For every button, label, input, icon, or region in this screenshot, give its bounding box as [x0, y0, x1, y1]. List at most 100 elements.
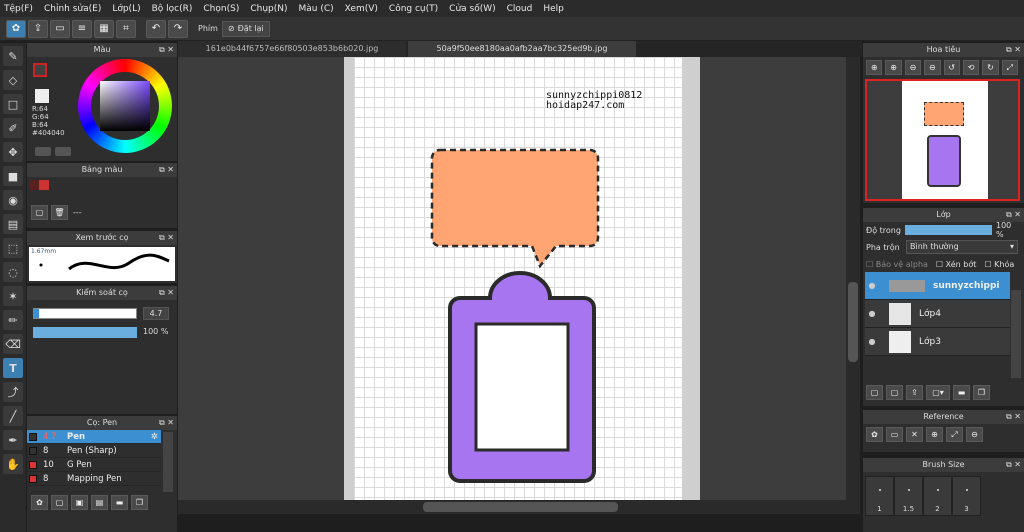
menu-item[interactable]: Cửa số(W)	[449, 4, 495, 14]
brush-size-cell[interactable]: 3	[952, 476, 981, 516]
ref-settings-icon[interactable]: ✿	[866, 427, 883, 442]
new-palette-icon[interactable]: ▢	[31, 205, 48, 220]
operation-tool-icon[interactable]: ⤴	[3, 382, 23, 402]
ref-zoom-in-icon[interactable]: ⊕	[926, 427, 943, 442]
delete-palette-icon[interactable]: 🗑	[51, 205, 68, 220]
crop-icon[interactable]: ⌗	[116, 19, 136, 38]
protect-alpha-checkbox[interactable]: ☐ Bảo vệ alpha	[866, 260, 928, 269]
export-icon[interactable]: ⇪	[28, 19, 48, 38]
brush-item[interactable]: 8 Mapping Pen	[27, 472, 161, 486]
panel-close-icon[interactable]: ⧉ ✕	[1006, 43, 1021, 57]
saturation-box[interactable]	[100, 81, 150, 131]
brush-size-value[interactable]: 4.7	[143, 307, 169, 320]
menu-item[interactable]: Xem(V)	[345, 4, 378, 14]
brush-folder-icon[interactable]: ▬	[111, 495, 128, 510]
canvas-area[interactable]: sunnyzchippi0812 hoidap247.com	[178, 57, 860, 500]
layer-add-menu-icon[interactable]: ▢▾	[926, 385, 950, 400]
brush-size-slider[interactable]	[33, 308, 137, 319]
panel-close-icon[interactable]: ⧉ ✕	[1006, 410, 1021, 424]
transparent-swatch[interactable]	[35, 89, 49, 103]
brush-settings-icon[interactable]: ✿	[31, 495, 48, 510]
layer-row[interactable]: ● Lớp4	[865, 300, 1010, 328]
select-eraser-icon[interactable]: ⌫	[3, 334, 23, 354]
fill-tool-icon[interactable]: ◉	[3, 190, 23, 210]
text-tool-icon[interactable]: T	[3, 358, 23, 378]
undo-icon[interactable]: ↶	[146, 19, 166, 38]
brush-size-cell[interactable]: 1	[865, 476, 894, 516]
brush-menu-icon[interactable]: ▣	[71, 495, 88, 510]
brush-size-cell[interactable]: 2	[923, 476, 952, 516]
zoom-in-icon[interactable]: ⊕	[885, 60, 902, 75]
brush-item[interactable]: 10 G Pen	[27, 458, 161, 472]
lasso-tool-icon[interactable]: ◌	[3, 262, 23, 282]
panel-close-icon[interactable]: ⧉ ✕	[159, 163, 174, 177]
hand-tool-icon[interactable]: ✋	[3, 454, 23, 474]
pen-tool-icon[interactable]: ✎	[3, 46, 23, 66]
rotate-reset-icon[interactable]: ⟲	[962, 60, 980, 75]
select-pen-icon[interactable]: ✏	[3, 310, 23, 330]
brush-tool-icon[interactable]: ✐	[3, 118, 23, 138]
layer-row[interactable]: ● sunnyzchippi	[865, 272, 1010, 300]
panel-close-icon[interactable]: ⧉ ✕	[1006, 208, 1021, 222]
new-layer-icon[interactable]: ▢	[866, 385, 883, 400]
primary-color-swatch[interactable]	[33, 63, 47, 77]
ref-open-icon[interactable]: ▭	[886, 427, 903, 442]
ref-close-icon[interactable]: ✕	[906, 427, 923, 442]
divide-tool-icon[interactable]: ╱	[3, 406, 23, 426]
layer-import-icon[interactable]: ⇪	[906, 385, 923, 400]
magic-wand-icon[interactable]: ✶	[3, 286, 23, 306]
ref-fit-icon[interactable]: ⤢	[946, 427, 963, 442]
menu-item[interactable]: Bộ lọc(R)	[152, 4, 193, 14]
grid-icon[interactable]: ▦	[94, 19, 114, 38]
menu-item[interactable]: Chỉnh sửa(E)	[44, 4, 101, 14]
menu-item[interactable]: Help	[543, 4, 564, 14]
comment-icon[interactable]: ▭	[50, 19, 70, 38]
panel-close-icon[interactable]: ⧉ ✕	[159, 416, 174, 430]
brush-list-scrollbar[interactable]	[163, 432, 173, 492]
tab-document-1[interactable]: 161e0b44f6757e66f80503e853b6b020.jpg	[178, 41, 406, 57]
menu-item[interactable]: Tệp(F)	[4, 4, 33, 14]
new-layer-2-icon[interactable]: ▢	[886, 385, 903, 400]
brush-copy-icon[interactable]: ❐	[131, 495, 148, 510]
zoom-reset-icon[interactable]: ⊖	[924, 60, 941, 75]
eyedropper-tool-icon[interactable]: ✒	[3, 430, 23, 450]
list-icon[interactable]: ≡	[72, 19, 92, 38]
color-mode-button[interactable]	[35, 147, 51, 156]
redo-icon[interactable]: ↷	[168, 19, 188, 38]
vertical-scrollbar[interactable]	[846, 57, 860, 500]
eraser-tool-icon[interactable]: ◇	[3, 70, 23, 90]
panel-close-icon[interactable]: ⧉ ✕	[159, 231, 174, 245]
marquee-tool-icon[interactable]: ⬚	[3, 238, 23, 258]
gear-icon[interactable]: ✲	[151, 432, 158, 442]
palette-color[interactable]	[39, 180, 49, 190]
move-tool-icon[interactable]: ✥	[3, 142, 23, 162]
brush-item[interactable]: 8 Pen (Sharp)	[27, 444, 161, 458]
layer-row[interactable]: ● Lớp3	[865, 328, 1010, 356]
ref-zoom-out-icon[interactable]: ⊖	[966, 427, 983, 442]
visibility-icon[interactable]: ●	[865, 309, 879, 318]
canvas-paper[interactable]: sunnyzchippi0812 hoidap247.com	[354, 57, 682, 500]
reset-button[interactable]: ⊘ Đặt lại	[221, 20, 270, 37]
visibility-icon[interactable]: ●	[865, 337, 879, 346]
layer-duplicate-icon[interactable]: ❐	[973, 385, 990, 400]
tab-document-2[interactable]: 50a9f50ee8180aa0afb2aa7bc325ed9b.jpg	[408, 41, 636, 57]
layer-scrollbar[interactable]	[1011, 290, 1021, 378]
layer-folder-icon[interactable]: ▬	[953, 385, 970, 400]
shape-tool-icon[interactable]: ■	[3, 166, 23, 186]
brush-size-cell[interactable]: 1.5	[894, 476, 923, 516]
clip-checkbox[interactable]: ☐ Xén bớt	[936, 260, 976, 269]
rotate-left-icon[interactable]: ↺	[943, 60, 960, 75]
new-brush-icon[interactable]: ▢	[51, 495, 68, 510]
lock-checkbox[interactable]: ☐ Khóa	[984, 260, 1014, 269]
panel-close-icon[interactable]: ⧉ ✕	[159, 286, 174, 300]
palette-color[interactable]	[29, 180, 39, 190]
flip-icon[interactable]: ↻	[982, 60, 999, 75]
panel-close-icon[interactable]: ⧉ ✕	[1006, 458, 1021, 472]
brush-file-icon[interactable]: ▤	[91, 495, 108, 510]
app-icon[interactable]: ✿	[6, 19, 26, 38]
layer-opacity-slider[interactable]	[905, 225, 992, 235]
menu-item[interactable]: Màu (C)	[299, 4, 334, 14]
menu-item[interactable]: Công cụ(T)	[389, 4, 438, 14]
fullscreen-icon[interactable]: ⤢	[1001, 60, 1018, 75]
brush-item[interactable]: 4.7 Pen ✲	[27, 430, 161, 444]
